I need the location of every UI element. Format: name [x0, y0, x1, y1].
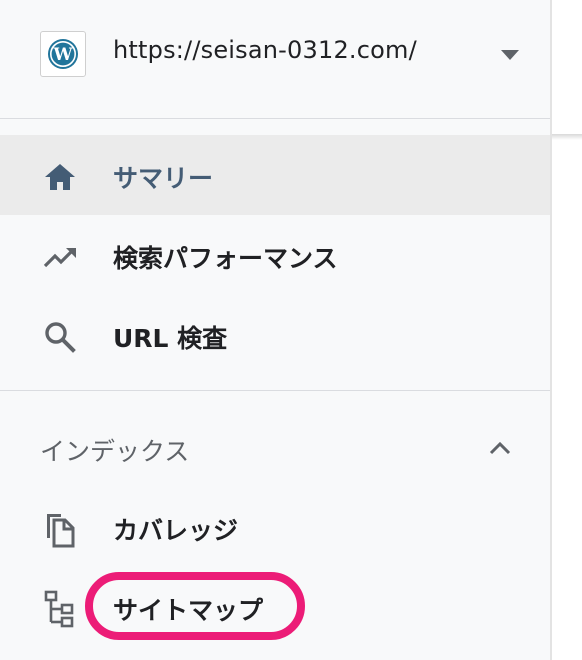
nav-item-summary[interactable]: サマリー [0, 135, 550, 215]
nav-item-search-performance[interactable]: 検索パフォーマンス [0, 215, 550, 295]
svg-text:W: W [52, 45, 73, 65]
nav-label: カバレッジ [113, 516, 239, 545]
nav-item-coverage[interactable]: カバレッジ [0, 487, 550, 567]
sitemap-highlight-ring [85, 572, 305, 640]
content-panel [552, 0, 582, 134]
sidebar: W https://seisan-0312.com/ サマリー 検索パフォーマン… [0, 0, 552, 660]
nav-label: サマリー [113, 164, 214, 193]
divider [0, 390, 550, 391]
wordpress-icon: W [40, 31, 86, 77]
divider [0, 118, 550, 119]
sitemap-icon [40, 589, 80, 629]
panel-shadow [552, 134, 582, 140]
caret-down-icon[interactable] [500, 48, 520, 62]
nav-label: URL 検査 [113, 324, 228, 353]
search-icon [40, 317, 80, 357]
nav-item-url-inspection[interactable]: URL 検査 [0, 295, 550, 375]
trending-up-icon [40, 237, 80, 277]
copy-icon [40, 509, 80, 549]
index-section-header[interactable]: インデックス [0, 408, 550, 484]
home-icon [40, 157, 80, 197]
property-url: https://seisan-0312.com/ [113, 36, 417, 64]
chevron-up-icon[interactable] [488, 438, 512, 456]
section-title: インデックス [40, 437, 190, 466]
property-selector[interactable]: W https://seisan-0312.com/ [0, 0, 550, 108]
nav-label: 検索パフォーマンス [113, 244, 338, 273]
